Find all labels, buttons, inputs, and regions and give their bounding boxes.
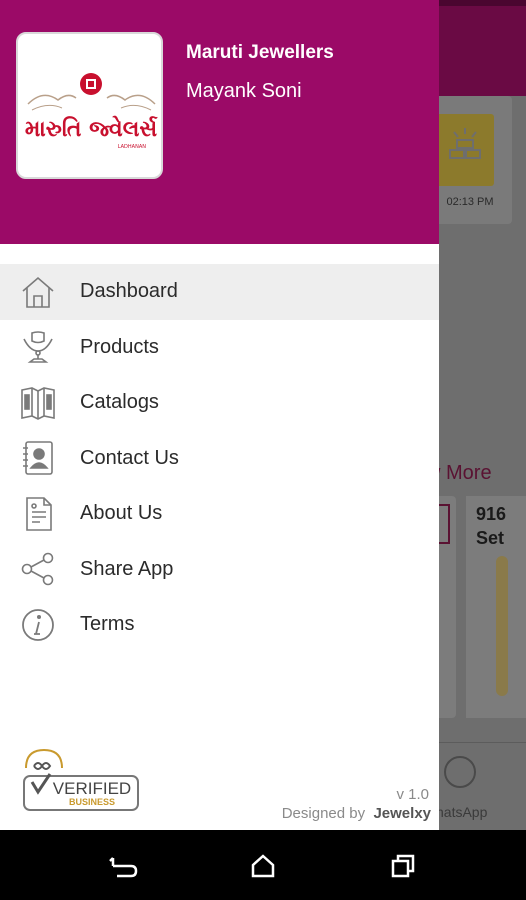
designed-by-prefix: Designed by [281,805,366,822]
catalog-icon [20,385,56,421]
app-version: v 1.0 [396,786,429,803]
product-code: 916 Set [476,502,506,550]
navigation-drawer: મારુતિ જ્વેલર્સ LADHANAN Maruti Jeweller… [0,0,439,830]
product-code-line2: Set [476,528,505,548]
menu-item-products[interactable]: Products [0,320,439,376]
rate-time: 02:13 PM [446,196,494,208]
menu-item-share-app[interactable]: Share App [0,542,439,598]
product-code-line1: 916 [476,504,507,524]
logo-subtext: LADHANAN [118,144,147,150]
logo-text: મારુતિ જ્વેલર્સ [25,115,158,142]
user-name: Mayank Soni [186,80,302,102]
home-icon [20,274,56,310]
verified-business-badge: VERIFIED BUSINESS [22,748,140,812]
business-text: BUSINESS [69,797,115,807]
gold-bars-icon [436,114,494,186]
back-icon[interactable] [104,850,144,882]
designed-by: Designed by Jewelxy [282,805,431,822]
contact-card-icon [20,440,56,476]
designed-by-brand[interactable]: Jewelxy [373,805,431,822]
whatsapp-label: hatsApp [436,804,488,820]
verified-text: VERIFIED [53,779,131,798]
menu-label-contact-us: Contact Us [80,446,179,469]
recents-icon[interactable] [383,850,423,882]
menu-item-about-us[interactable]: About Us [0,486,439,542]
system-nav-bar [0,830,526,900]
whatsapp-icon[interactable] [444,756,476,788]
drawer-menu: Dashboard Products Catalogs Contact Us A… [0,264,439,653]
store-name: Maruti Jewellers [186,42,334,63]
menu-label-products: Products [80,335,159,358]
menu-item-catalogs[interactable]: Catalogs [0,375,439,431]
menu-label-dashboard: Dashboard [80,280,178,303]
drawer-header: મારુતિ જ્વેલર્સ LADHANAN Maruti Jeweller… [0,0,439,244]
menu-label-about-us: About Us [80,502,163,525]
info-icon [20,607,56,643]
jewellery-stand-icon [20,329,56,365]
menu-label-catalogs: Catalogs [80,391,159,414]
share-icon [20,551,56,587]
menu-item-terms[interactable]: Terms [0,597,439,653]
menu-label-terms: Terms [80,613,135,636]
necklace-image [496,556,508,696]
menu-item-dashboard[interactable]: Dashboard [0,264,439,320]
menu-label-share-app: Share App [80,557,174,580]
home-nav-icon[interactable] [243,850,283,882]
menu-item-contact-us[interactable]: Contact Us [0,431,439,487]
store-logo: મારુતિ જ્વેલર્સ LADHANAN [16,32,163,179]
document-icon [20,496,56,532]
